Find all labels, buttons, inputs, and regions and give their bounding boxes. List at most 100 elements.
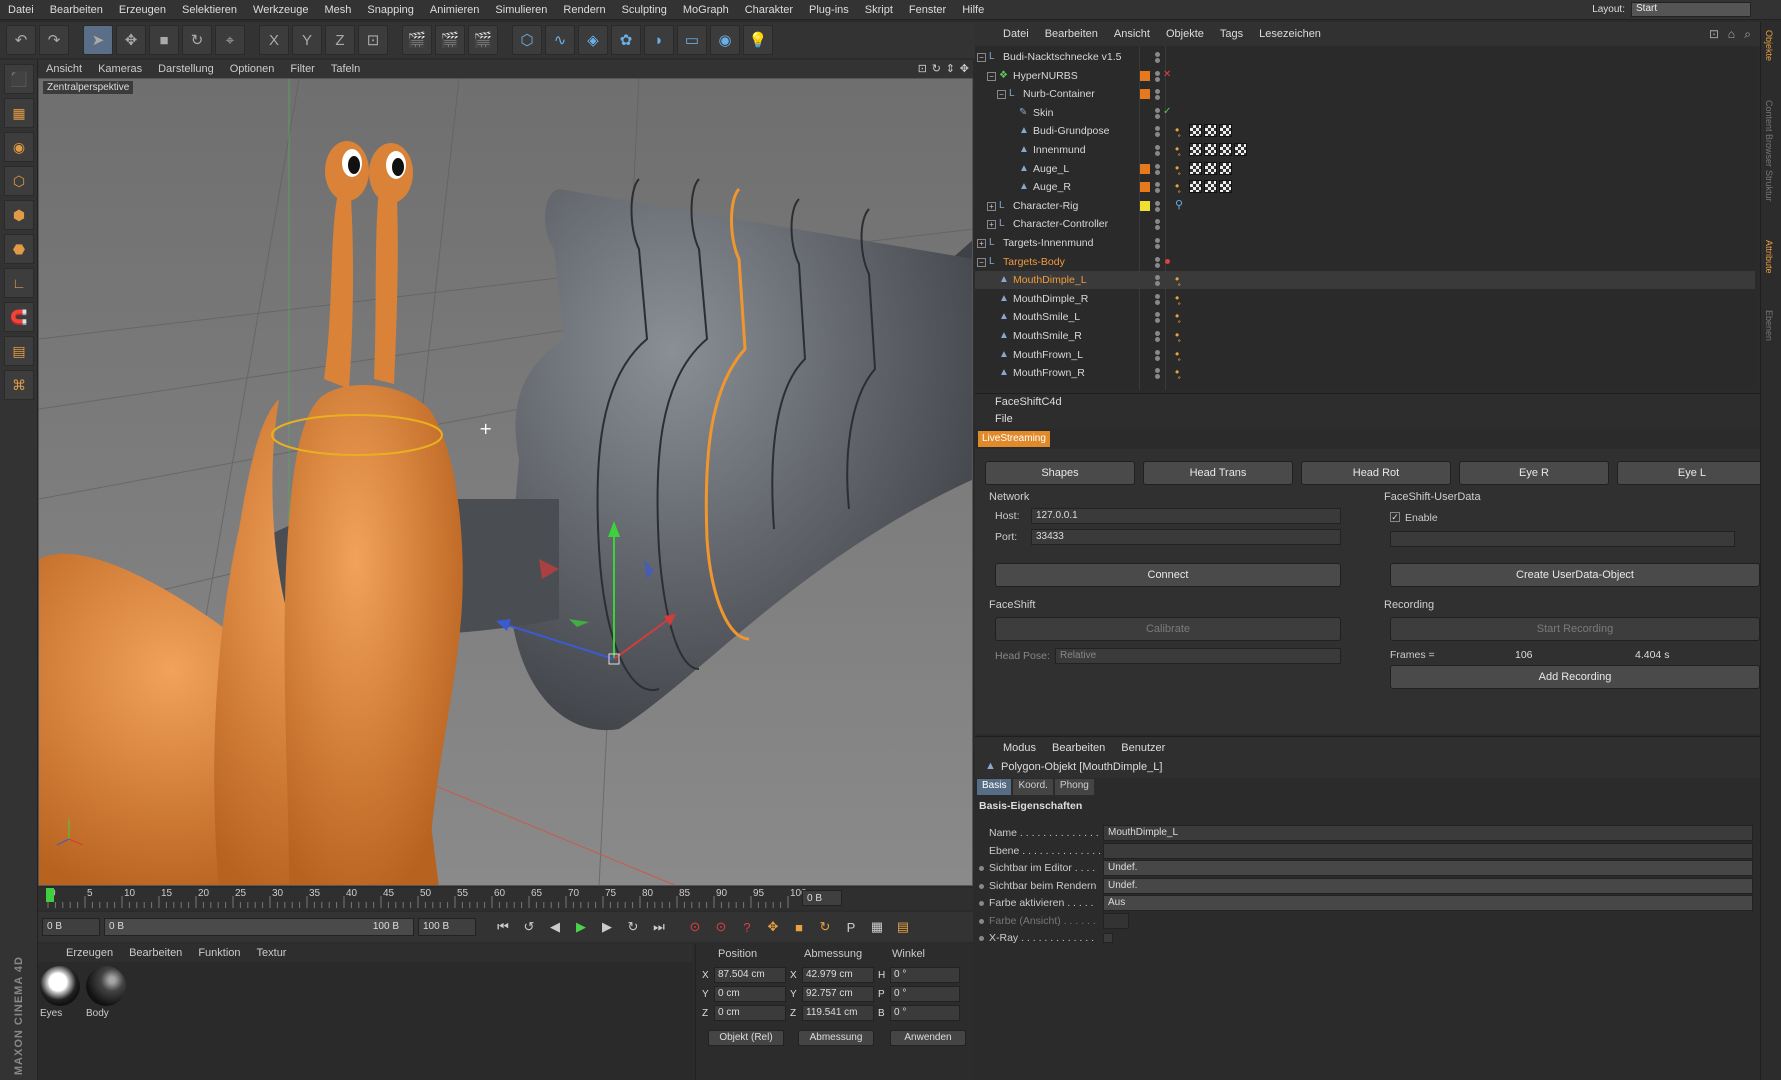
- expand-toggle-icon[interactable]: −: [977, 257, 986, 267]
- render-visibility-dot[interactable]: [1155, 76, 1160, 82]
- nurbs-icon[interactable]: ◈: [578, 25, 608, 55]
- menu-selektieren[interactable]: Selektieren: [174, 4, 245, 16]
- render-visibility-dot[interactable]: [1155, 151, 1160, 156]
- cube-icon[interactable]: ⬡: [512, 25, 542, 55]
- key-scale-icon[interactable]: ■: [788, 916, 810, 938]
- object-row-mouthfrown-r[interactable]: ▲ MouthFrown_R •̥: [975, 364, 1755, 382]
- viewport-menu-kameras[interactable]: Kameras: [90, 63, 150, 75]
- key-parameter-icon[interactable]: P: [840, 916, 862, 938]
- select-arrow-icon[interactable]: ➤: [83, 25, 113, 55]
- polygons-mode-icon[interactable]: ⬣: [4, 234, 34, 264]
- start-frame-field[interactable]: 0 B: [42, 918, 100, 936]
- editor-visibility-dot[interactable]: [1155, 182, 1160, 188]
- size-y-field[interactable]: 92.757 cm: [802, 986, 874, 1002]
- phong-tag-icon[interactable]: •̥: [1175, 347, 1179, 361]
- menu-sculpting[interactable]: Sculpting: [614, 4, 675, 16]
- manager-tab-objekte[interactable]: Objekte: [1764, 30, 1774, 61]
- timeline-ruler[interactable]: 0510152025303540455055606570758085909510…: [38, 888, 973, 910]
- live-select-icon[interactable]: ⌖: [215, 25, 245, 55]
- render-visibility-dot[interactable]: [1155, 337, 1160, 342]
- object-row-budi-nacktschnecke-v1-5[interactable]: − L Budi-Nacktschnecke v1.5: [975, 48, 1755, 66]
- redo-icon[interactable]: ↷: [39, 25, 69, 55]
- model-mode-icon[interactable]: ⬛: [4, 64, 34, 94]
- menu-bearbeiten[interactable]: Bearbeiten: [42, 4, 111, 16]
- position-y-field[interactable]: 0 cm: [714, 986, 786, 1002]
- object-row-mouthsmile-r[interactable]: ▲ MouthSmile_R •̥: [975, 327, 1755, 345]
- texture-tag-icon[interactable]: [1219, 124, 1232, 138]
- previous-key-icon[interactable]: ↺: [518, 916, 540, 938]
- object-row-character-controller[interactable]: + L Character-Controller: [975, 215, 1755, 233]
- editor-visibility-dot[interactable]: [1155, 163, 1160, 169]
- material-eyes[interactable]: Eyes: [40, 966, 82, 1024]
- coord-mode-dropdown[interactable]: Objekt (Rel): [708, 1030, 784, 1046]
- object-row-auge-r[interactable]: ▲ Auge_R •̥: [975, 178, 1755, 196]
- menu-hilfe[interactable]: Hilfe: [954, 4, 992, 16]
- material-menu-erzeugen[interactable]: Erzeugen: [58, 947, 121, 959]
- size-mode-dropdown[interactable]: Abmessung: [798, 1030, 874, 1046]
- texture-tag-icon[interactable]: [1219, 143, 1232, 156]
- layout-selector[interactable]: Layout: Start: [1592, 2, 1751, 17]
- object-row-mouthdimple-l[interactable]: ▲ MouthDimple_L •̥: [975, 271, 1755, 290]
- menu-skript[interactable]: Skript: [857, 4, 901, 16]
- attribute-menu-benutzer[interactable]: Benutzer: [1113, 742, 1173, 754]
- toggle-view-icon[interactable]: ⊡: [918, 62, 927, 75]
- menu-rendern[interactable]: Rendern: [555, 4, 613, 16]
- object-menu-objekte[interactable]: Objekte: [1158, 28, 1212, 40]
- attribute-value-3[interactable]: Undef.: [1103, 877, 1753, 894]
- y-axis-icon[interactable]: Y: [292, 25, 322, 55]
- navigate-zoom-icon[interactable]: ⇕: [946, 62, 955, 75]
- phong-tag-icon[interactable]: •̥: [1175, 179, 1179, 193]
- key-position-icon[interactable]: ✥: [762, 916, 784, 938]
- editor-visibility-dot[interactable]: [1155, 256, 1160, 262]
- rotate-icon[interactable]: ↻: [182, 25, 212, 55]
- axis-mode-icon[interactable]: ∟: [4, 268, 34, 298]
- keyframe-selection-icon[interactable]: ?: [736, 916, 758, 938]
- phong-tag-icon[interactable]: •̥: [1175, 328, 1179, 342]
- layer-color-swatch[interactable]: [1140, 70, 1150, 81]
- render-visibility-dot[interactable]: [1155, 188, 1160, 194]
- manager-tab-content-browser[interactable]: Content Browser: [1764, 100, 1774, 167]
- attribute-value-2[interactable]: Undef.: [1103, 860, 1753, 876]
- faceshift-tab-eye-r[interactable]: Eye R: [1459, 461, 1609, 485]
- start-recording-button[interactable]: Start Recording: [1390, 617, 1760, 641]
- object-menu-ansicht[interactable]: Ansicht: [1106, 28, 1158, 40]
- faceshift-tab-eye-l[interactable]: Eye L: [1617, 461, 1767, 485]
- phong-tag-icon[interactable]: •̥: [1175, 309, 1179, 323]
- menu-snapping[interactable]: Snapping: [359, 4, 422, 16]
- editor-visibility-dot[interactable]: [1155, 107, 1160, 113]
- deformer-icon[interactable]: ◗: [644, 25, 674, 55]
- enable-checkbox[interactable]: ✓: [1390, 512, 1400, 522]
- editor-visibility-dot[interactable]: [1155, 275, 1160, 281]
- object-row-budi-grundpose[interactable]: ▲ Budi-Grundpose •̥: [975, 122, 1755, 140]
- workplane-icon[interactable]: ◉: [4, 132, 34, 162]
- rotation-b-field[interactable]: 0 °: [890, 1005, 960, 1021]
- editor-visibility-dot[interactable]: [1155, 293, 1160, 299]
- object-row-skin[interactable]: ✎ Skin ✓: [975, 104, 1755, 122]
- xray-checkbox[interactable]: [1103, 933, 1113, 943]
- render-visibility-dot[interactable]: [1155, 318, 1160, 324]
- size-x-field[interactable]: 42.979 cm: [802, 967, 874, 983]
- expand-toggle-icon[interactable]: +: [987, 201, 996, 211]
- render-settings-icon[interactable]: 🎬: [468, 25, 498, 55]
- viewport-menu-optionen[interactable]: Optionen: [222, 63, 283, 75]
- render-visibility-dot[interactable]: [1155, 281, 1160, 287]
- menu-werkzeuge[interactable]: Werkzeuge: [245, 4, 316, 16]
- editor-visibility-dot[interactable]: [1155, 219, 1160, 225]
- render-visibility-dot[interactable]: [1155, 355, 1160, 361]
- loop-icon[interactable]: ↻: [622, 916, 644, 938]
- position-x-field[interactable]: 87.504 cm: [714, 967, 786, 983]
- record-icon[interactable]: ⊙: [684, 916, 706, 938]
- editor-visibility-dot[interactable]: [1155, 200, 1160, 206]
- render-visibility-dot[interactable]: [1155, 374, 1160, 380]
- object-menu-tags[interactable]: Tags: [1212, 28, 1251, 40]
- attribute-value-1[interactable]: [1103, 842, 1753, 859]
- menu-datei[interactable]: Datei: [0, 4, 42, 16]
- editor-visibility-dot[interactable]: [1155, 331, 1160, 336]
- rotation-p-field[interactable]: 0 °: [890, 986, 960, 1002]
- texture-tag-icon[interactable]: [1189, 180, 1202, 194]
- z-axis-icon[interactable]: Z: [325, 25, 355, 55]
- attribute-value-4[interactable]: Aus: [1103, 895, 1753, 911]
- attribute-value-0[interactable]: MouthDimple_L: [1103, 825, 1753, 841]
- texture-tag-icon[interactable]: [1189, 124, 1202, 138]
- material-menu-textur[interactable]: Textur: [249, 947, 295, 959]
